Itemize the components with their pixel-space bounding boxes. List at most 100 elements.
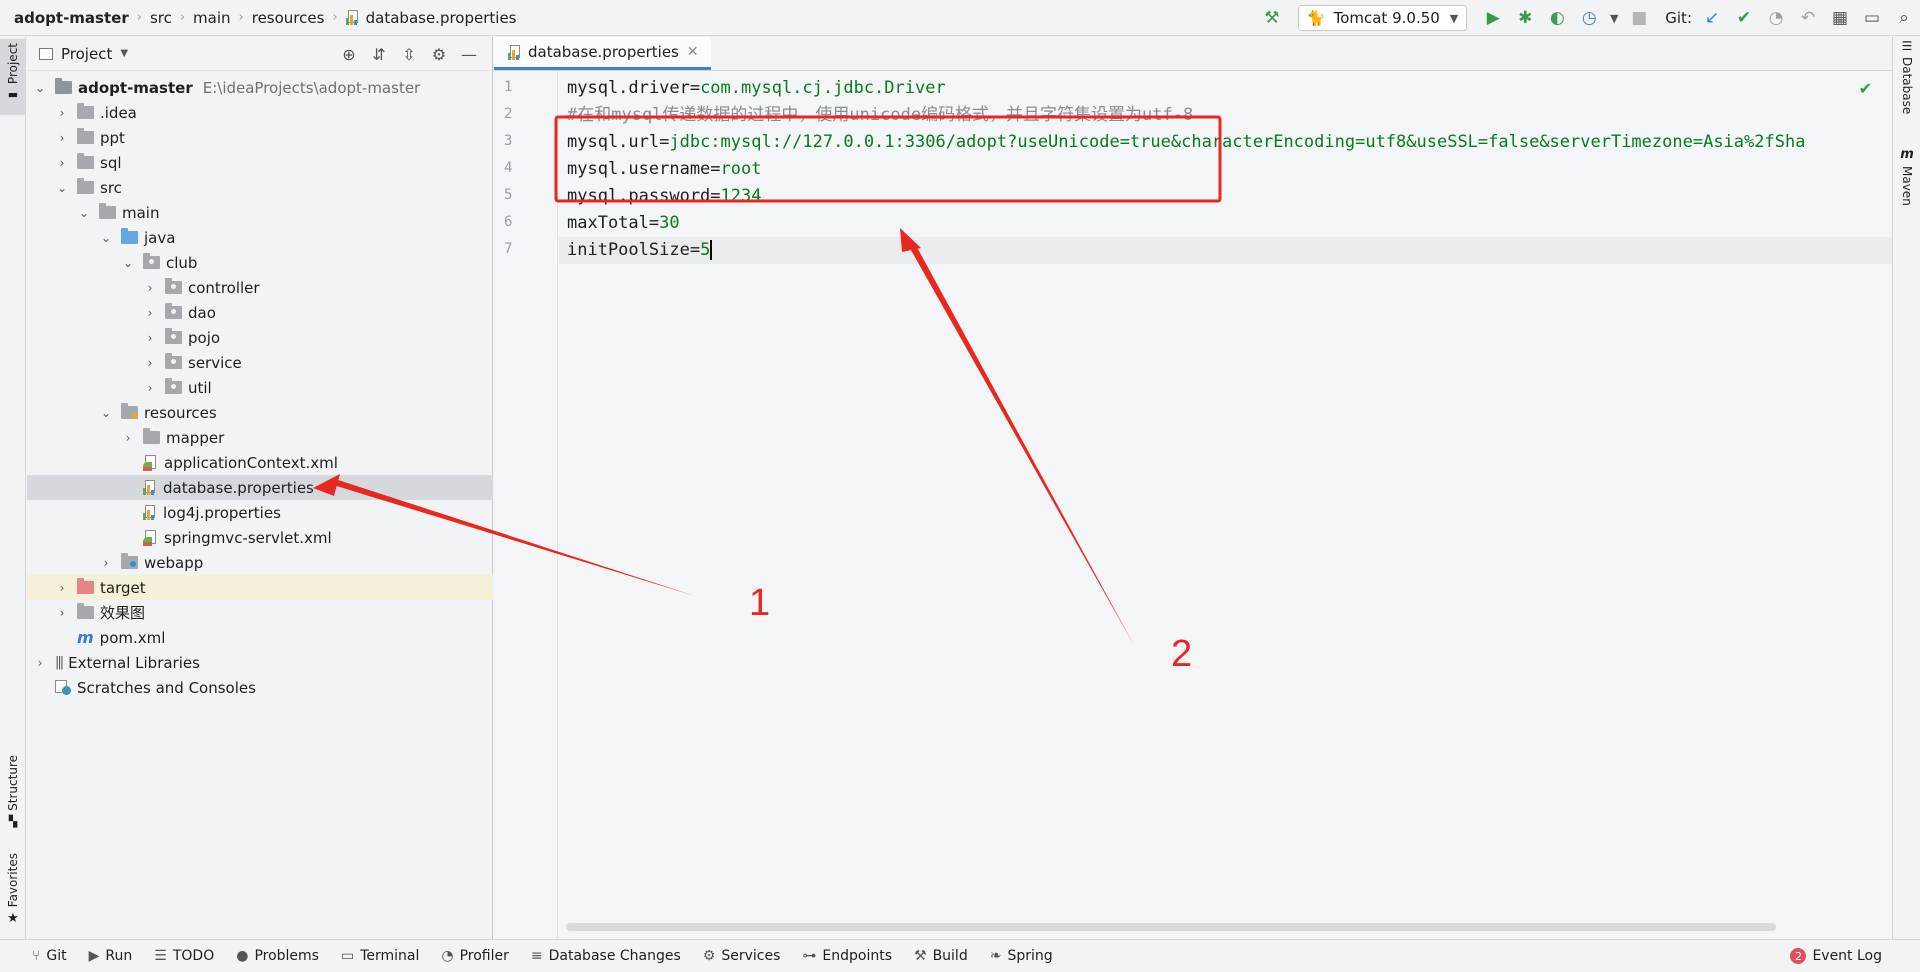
code-line[interactable]: mysql.driver=com.mysql.cj.jdbc.Driver	[567, 75, 1892, 102]
code-line[interactable]: initPoolSize=5	[559, 237, 1892, 264]
tool-window-button[interactable]: ⚙ Services	[703, 948, 781, 964]
project-structure-icon[interactable]: ▦	[1826, 4, 1854, 32]
tree-item[interactable]: database.properties	[27, 475, 493, 500]
right-tool-strip: ☰ Database m Maven	[1892, 37, 1920, 939]
chevron-right-icon[interactable]: ›	[55, 606, 69, 620]
tree-item[interactable]: ⌄ main	[27, 200, 493, 225]
tree-item[interactable]: › ||| External Libraries	[27, 650, 493, 675]
structure-tool-tab[interactable]: Structure ▚	[0, 751, 26, 837]
tool-window-button[interactable]: ☰ TODO	[154, 948, 214, 964]
tool-window-button[interactable]: ❧ Spring	[990, 948, 1053, 964]
tree-item[interactable]: Scratches and Consoles	[27, 675, 493, 700]
tree-item[interactable]: ⌄ resources	[27, 400, 493, 425]
chevron-right-icon[interactable]: ›	[121, 431, 135, 445]
breadcrumb-item[interactable]: database.properties	[366, 9, 517, 27]
code-line[interactable]: mysql.password=1234	[567, 183, 1892, 210]
tree-item[interactable]: › 效果图	[27, 600, 493, 625]
tool-window-button[interactable]: ⚒ Build	[914, 948, 968, 964]
git-commit-icon[interactable]: ✔	[1730, 4, 1758, 32]
chevron-right-icon[interactable]: ›	[55, 581, 69, 595]
chevron-down-icon[interactable]: ⌄	[77, 206, 91, 220]
chevron-down-icon[interactable]: ⌄	[33, 81, 47, 95]
debug-icon[interactable]: ✱	[1511, 4, 1539, 32]
chevron-right-icon[interactable]: ›	[143, 356, 157, 370]
tool-window-button[interactable]: ⑂ Git	[32, 948, 67, 964]
maven-tool-tab[interactable]: m Maven	[1893, 147, 1920, 217]
code-line[interactable]: mysql.username=root	[567, 156, 1892, 183]
chevron-right-icon[interactable]: ›	[55, 131, 69, 145]
tree-item[interactable]: ⌄ club	[27, 250, 493, 275]
coverage-icon[interactable]: ◐	[1543, 4, 1571, 32]
tool-window-button[interactable]: ≡ Database Changes	[531, 948, 681, 964]
tree-item[interactable]: › .idea	[27, 100, 493, 125]
chevron-right-icon[interactable]: ›	[55, 156, 69, 170]
chevron-right-icon[interactable]: ›	[143, 331, 157, 345]
locate-icon[interactable]: ⊕	[334, 45, 364, 64]
rollback-icon[interactable]: ↶	[1794, 4, 1822, 32]
chevron-down-icon[interactable]: ⌄	[55, 181, 69, 195]
tree-item[interactable]: › dao	[27, 300, 493, 325]
collapse-all-icon[interactable]: ⇳	[394, 45, 424, 64]
tree-item[interactable]: › target	[27, 575, 493, 600]
chevron-right-icon[interactable]: ›	[143, 281, 157, 295]
code-line[interactable]: maxTotal=30	[567, 210, 1892, 237]
stop-icon[interactable]: ■	[1625, 4, 1653, 32]
tree-item[interactable]: › util	[27, 375, 493, 400]
chevron-right-icon[interactable]: ›	[143, 306, 157, 320]
hide-icon[interactable]: —	[454, 45, 484, 64]
tree-item[interactable]: springmvc-servlet.xml	[27, 525, 493, 550]
expand-all-icon[interactable]: ⇵	[364, 45, 394, 64]
breadcrumb-item[interactable]: main	[193, 9, 230, 27]
tree-item[interactable]: › sql	[27, 150, 493, 175]
chevron-down-icon[interactable]: ▼	[120, 48, 128, 59]
tree-item[interactable]: › service	[27, 350, 493, 375]
gear-icon[interactable]: ⚙	[424, 45, 454, 64]
database-tool-tab[interactable]: ☰ Database	[1893, 39, 1920, 127]
tree-item[interactable]: › controller	[27, 275, 493, 300]
favorites-tool-tab[interactable]: Favorites ★	[0, 849, 26, 935]
tree-item[interactable]: applicationContext.xml	[27, 450, 493, 475]
tree-item[interactable]: log4j.properties	[27, 500, 493, 525]
profile-icon[interactable]: ◷	[1575, 4, 1603, 32]
history-icon[interactable]: ◔	[1762, 4, 1790, 32]
tree-item[interactable]: › webapp	[27, 550, 493, 575]
chevron-right-icon[interactable]: ›	[99, 556, 113, 570]
tree-item[interactable]: › mapper	[27, 425, 493, 450]
chevron-right-icon[interactable]: ›	[33, 656, 47, 670]
project-panel-title[interactable]: Project	[61, 45, 112, 63]
tree-item[interactable]: ⌄ java	[27, 225, 493, 250]
chevron-right-icon[interactable]: ›	[143, 381, 157, 395]
tool-window-button[interactable]: ● Problems	[236, 948, 319, 964]
chevron-down-icon[interactable]: ▼	[1607, 4, 1621, 32]
code-text-area[interactable]: mysql.driver=com.mysql.cj.jdbc.Driver #在和…	[559, 71, 1892, 939]
close-icon[interactable]: ✕	[687, 44, 699, 60]
event-log-button[interactable]: 2 Event Log	[1790, 940, 1882, 972]
editor-tab-database-properties[interactable]: database.properties ✕	[494, 37, 711, 70]
breadcrumb-item[interactable]: resources	[252, 9, 325, 27]
chevron-down-icon[interactable]: ⌄	[99, 406, 113, 420]
run-icon[interactable]: ▶	[1479, 4, 1507, 32]
run-configuration-select[interactable]: 🐈 Tomcat 9.0.50 ▼	[1297, 5, 1468, 31]
git-update-icon[interactable]: ↙	[1698, 4, 1726, 32]
tool-window-button[interactable]: ▶ Run	[89, 948, 133, 964]
tree-item[interactable]: › ppt	[27, 125, 493, 150]
code-line[interactable]: mysql.url=jdbc:mysql://127.0.0.1:3306/ad…	[567, 129, 1892, 156]
build-hammer-icon[interactable]: ⚒	[1258, 4, 1286, 32]
chevron-down-icon[interactable]: ⌄	[121, 256, 135, 270]
search-icon[interactable]: ⌕	[1890, 4, 1918, 32]
tool-window-button[interactable]: ⊶ Endpoints	[802, 948, 892, 964]
breadcrumb-item[interactable]: adopt-master	[14, 9, 129, 27]
tool-window-button[interactable]: ▭ Terminal	[341, 948, 419, 964]
tool-window-button[interactable]: ◔ Profiler	[441, 948, 509, 964]
chevron-right-icon[interactable]: ›	[55, 106, 69, 120]
tree-item[interactable]: m pom.xml	[27, 625, 493, 650]
project-tool-tab[interactable]: Project ▬	[0, 39, 26, 115]
tree-item[interactable]: ⌄ src	[27, 175, 493, 200]
tree-item[interactable]: ⌄ adopt-master E:\ideaProjects\adopt-maste…	[27, 75, 493, 100]
presentation-icon[interactable]: ▭	[1858, 4, 1886, 32]
horizontal-scrollbar[interactable]	[566, 923, 1776, 931]
tree-item[interactable]: › pojo	[27, 325, 493, 350]
breadcrumb-item[interactable]: src	[150, 9, 172, 27]
code-line[interactable]: #在和mysql传递数据的过程中，使用unicode编码格式，并且字符集设置为u…	[567, 102, 1892, 129]
chevron-down-icon[interactable]: ⌄	[99, 231, 113, 245]
